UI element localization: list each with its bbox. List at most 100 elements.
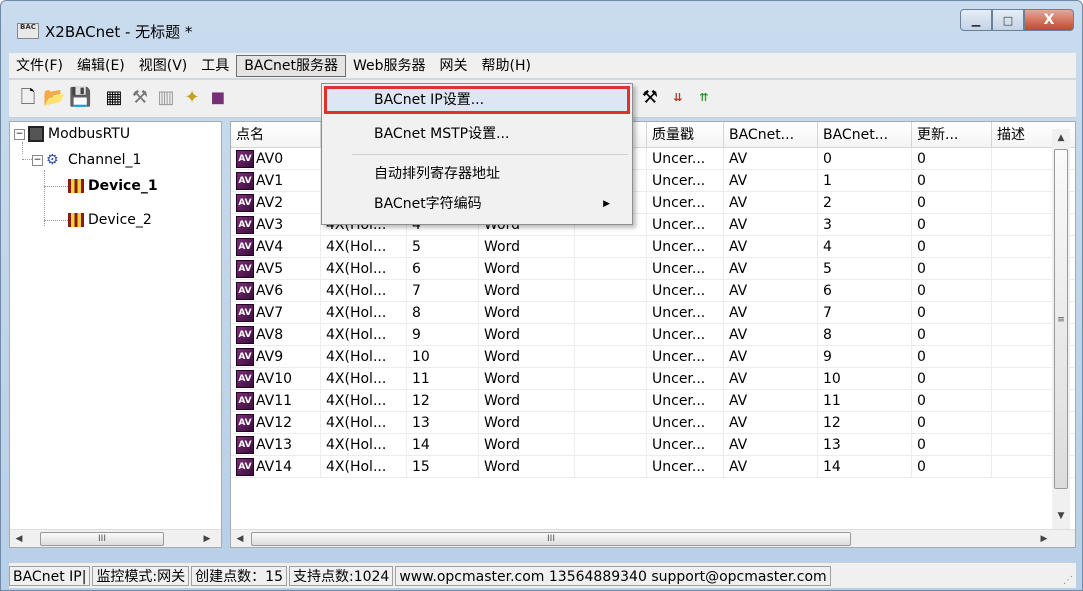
new-icon[interactable]: 🗋 bbox=[17, 87, 39, 109]
point-name-cell: AV AV1 bbox=[231, 170, 321, 192]
tree-item-channel[interactable]: − ⚙ Channel_1 bbox=[32, 148, 141, 172]
modbus-icon[interactable]: ▦ bbox=[103, 87, 125, 109]
scroll-right-icon[interactable]: ▶ bbox=[198, 530, 216, 548]
menu-4[interactable]: BACnet服务器 bbox=[236, 54, 346, 77]
table-cell: Word bbox=[479, 368, 575, 390]
open-icon[interactable]: 📂 bbox=[43, 87, 65, 109]
menu-item-auto-arrange-registers[interactable]: 自动排列寄存器地址 bbox=[324, 160, 630, 188]
status-pane: 监控模式:网关 bbox=[92, 565, 190, 586]
tree-item-label: Channel_1 bbox=[68, 152, 142, 168]
channel-icon[interactable]: ⚒ bbox=[129, 87, 151, 109]
menu-item-bacnet-mstp-settings[interactable]: BACnet MSTP设置... bbox=[324, 120, 630, 148]
minimize-button[interactable]: ▁ bbox=[960, 9, 992, 31]
table-cell: 12 bbox=[818, 412, 912, 434]
menu-1[interactable]: 编辑(E) bbox=[70, 55, 132, 77]
close-button[interactable]: X bbox=[1024, 9, 1074, 31]
column-header[interactable]: BACnet... bbox=[724, 122, 818, 148]
tree-item-device-1[interactable]: Device_1 bbox=[68, 174, 158, 198]
table-row[interactable]: AV AV13 4X(Hol... 14 Word Uncer... AV 13 0 bbox=[231, 434, 1075, 456]
point-name: AV14 bbox=[256, 459, 293, 475]
menu-item-bacnet-char-encoding[interactable]: BACnet字符编码 ▶ bbox=[324, 190, 630, 218]
table-cell: AV bbox=[724, 148, 818, 170]
table-row[interactable]: AV AV8 4X(Hol... 9 Word Uncer... AV 8 0 bbox=[231, 324, 1075, 346]
column-header[interactable]: BACnet... bbox=[818, 122, 912, 148]
tree-hscrollbar[interactable]: ◀ III ▶ bbox=[10, 529, 221, 547]
point-name: AV11 bbox=[256, 393, 293, 409]
grid-vscrollbar[interactable]: ▲ ≡ ▼ bbox=[1052, 129, 1070, 529]
resize-grip-icon[interactable]: ⋰ bbox=[1063, 575, 1073, 586]
column-header[interactable]: 更新... bbox=[912, 122, 992, 148]
scroll-left-icon[interactable]: ◀ bbox=[231, 530, 249, 547]
table-cell: 14 bbox=[407, 434, 479, 456]
vscroll-thumb[interactable]: ≡ bbox=[1054, 149, 1068, 489]
table-row[interactable]: AV AV9 4X(Hol... 10 Word Uncer... AV 9 0 bbox=[231, 346, 1075, 368]
menu-0[interactable]: 文件(F) bbox=[9, 55, 70, 77]
table-row[interactable]: AV AV11 4X(Hol... 12 Word Uncer... AV 11 0 bbox=[231, 390, 1075, 412]
status-pane: 创建点数：15 bbox=[191, 565, 287, 586]
menu-6[interactable]: 网关 bbox=[433, 55, 475, 77]
table-cell: 4X(Hol... bbox=[321, 324, 407, 346]
table-cell: 9 bbox=[407, 324, 479, 346]
scroll-left-icon[interactable]: ◀ bbox=[10, 530, 28, 548]
title-bar[interactable]: BAC X2BACnet - 无标题 * ▁ □ X bbox=[1, 1, 1082, 49]
collapse-icon[interactable]: − bbox=[32, 154, 43, 166]
menu-5[interactable]: Web服务器 bbox=[346, 55, 433, 77]
scroll-down-icon[interactable]: ▼ bbox=[1052, 507, 1070, 525]
window-title: X2BACnet - 无标题 * bbox=[45, 23, 193, 41]
table-cell: 4X(Hol... bbox=[321, 236, 407, 258]
table-row[interactable]: AV AV4 4X(Hol... 5 Word Uncer... AV 4 0 bbox=[231, 236, 1075, 258]
table-cell: AV bbox=[724, 302, 818, 324]
grid-hscrollbar[interactable]: ◀ III ▶ bbox=[231, 529, 1075, 547]
table-cell: Uncer... bbox=[647, 214, 724, 236]
table-cell: 0 bbox=[912, 302, 992, 324]
table-row[interactable]: AV AV7 4X(Hol... 8 Word Uncer... AV 7 0 bbox=[231, 302, 1075, 324]
table-cell: Word bbox=[479, 434, 575, 456]
load-icon[interactable]: ⇊ bbox=[667, 87, 689, 109]
tree-item-modbusrtu[interactable]: − ModbusRTU bbox=[14, 122, 130, 146]
table-cell: 2 bbox=[818, 192, 912, 214]
table-cell: AV bbox=[724, 236, 818, 258]
menu-2[interactable]: 视图(V) bbox=[132, 55, 195, 77]
analog-value-icon: AV bbox=[236, 414, 254, 432]
column-header[interactable]: 质量戳 bbox=[647, 122, 724, 148]
point-name-cell: AV AV7 bbox=[231, 302, 321, 324]
save-icon[interactable]: 💾 bbox=[69, 87, 91, 109]
table-cell: 8 bbox=[407, 302, 479, 324]
table-cell: AV bbox=[724, 390, 818, 412]
export-icon[interactable]: ◼ bbox=[207, 87, 229, 109]
table-cell: AV bbox=[724, 412, 818, 434]
analog-value-icon: AV bbox=[236, 282, 254, 300]
table-row[interactable]: AV AV12 4X(Hol... 13 Word Uncer... AV 12 0 bbox=[231, 412, 1075, 434]
table-cell: Uncer... bbox=[647, 434, 724, 456]
table-row[interactable]: AV AV10 4X(Hol... 11 Word Uncer... AV 10 0 bbox=[231, 368, 1075, 390]
point-name-cell: AV AV4 bbox=[231, 236, 321, 258]
menu-7[interactable]: 帮助(H) bbox=[475, 55, 538, 77]
menu-3[interactable]: 工具 bbox=[194, 55, 236, 77]
tree-item-device-2[interactable]: Device_2 bbox=[68, 208, 152, 232]
table-row[interactable]: AV AV14 4X(Hol... 15 Word Uncer... AV 14 0 bbox=[231, 456, 1075, 478]
device-icon[interactable]: ▥ bbox=[155, 87, 177, 109]
scroll-thumb[interactable]: III bbox=[251, 532, 851, 546]
analog-value-icon: AV bbox=[236, 172, 254, 190]
analog-value-icon: AV bbox=[236, 194, 254, 212]
scroll-up-icon[interactable]: ▲ bbox=[1052, 129, 1070, 147]
table-row[interactable]: AV AV6 4X(Hol... 7 Word Uncer... AV 6 0 bbox=[231, 280, 1075, 302]
add-icon[interactable]: ✦ bbox=[181, 87, 203, 109]
table-cell: Uncer... bbox=[647, 192, 724, 214]
table-row[interactable]: AV AV5 4X(Hol... 6 Word Uncer... AV 5 0 bbox=[231, 258, 1075, 280]
scroll-right-icon[interactable]: ▶ bbox=[1035, 530, 1053, 547]
up-icon[interactable]: ⇈ bbox=[693, 87, 715, 109]
table-cell: 14 bbox=[818, 456, 912, 478]
table-cell: AV bbox=[724, 368, 818, 390]
table-cell: 4X(Hol... bbox=[321, 258, 407, 280]
column-header[interactable]: 点名 bbox=[231, 122, 321, 148]
analog-value-icon: AV bbox=[236, 326, 254, 344]
table-cell: 6 bbox=[818, 280, 912, 302]
table-cell: 5 bbox=[818, 258, 912, 280]
collapse-icon[interactable]: − bbox=[14, 128, 25, 140]
tools-icon[interactable]: ⚒ bbox=[639, 87, 661, 109]
table-cell: Uncer... bbox=[647, 236, 724, 258]
scroll-thumb[interactable]: III bbox=[40, 532, 164, 546]
menu-item-bacnet-ip-settings[interactable]: BACnet IP设置... bbox=[324, 86, 630, 114]
maximize-button[interactable]: □ bbox=[992, 9, 1024, 31]
